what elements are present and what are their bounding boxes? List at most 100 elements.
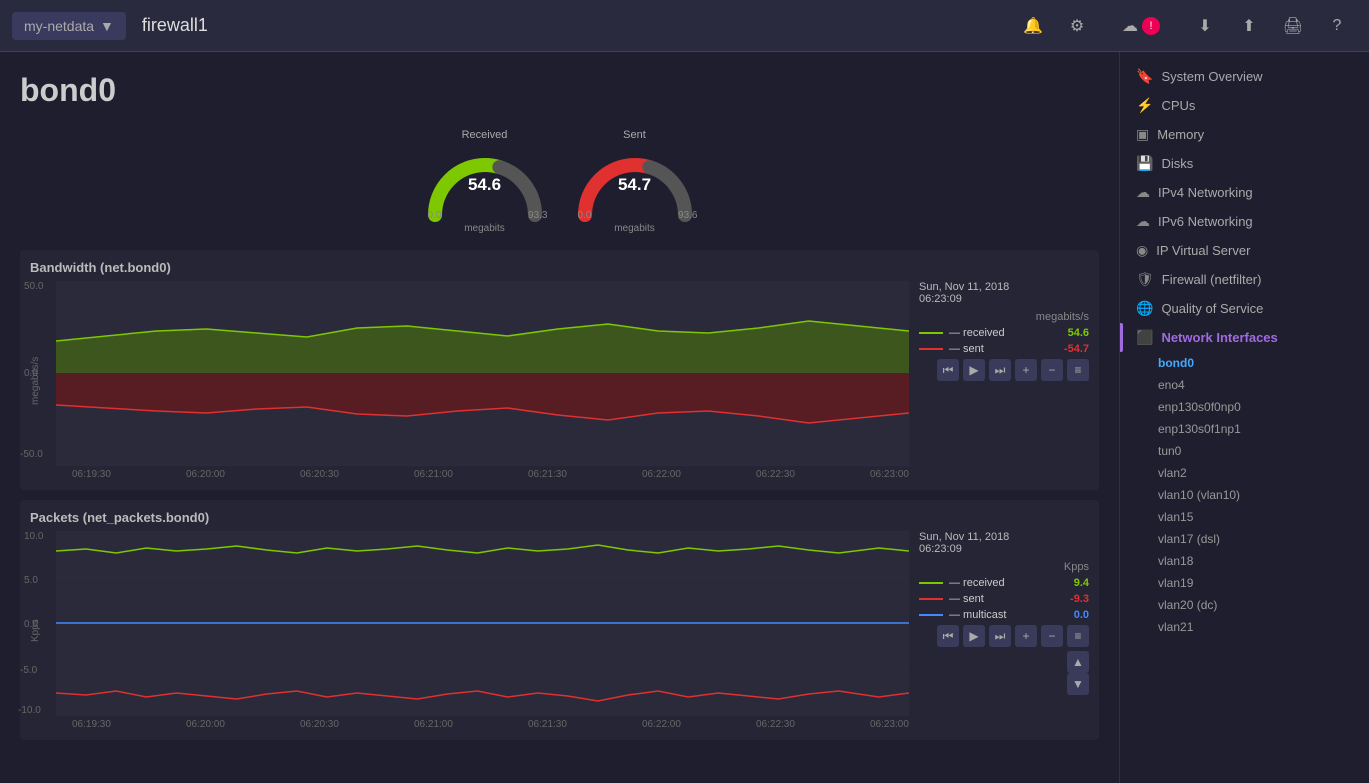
zoom-in-button[interactable]: + — [1015, 359, 1037, 381]
scroll-down-button[interactable]: ▼ — [1067, 673, 1089, 695]
chart-bandwidth-title: Bandwidth (net.bond0) — [30, 260, 1089, 275]
sidebar-item-firewall[interactable]: 🛡 Firewall (netfilter) — [1120, 265, 1369, 294]
bookmark-icon: 🔖 — [1136, 68, 1153, 85]
chart-bandwidth-body: megabits/s 50.0 0.0 -50.0 — [30, 281, 1089, 480]
chart-bandwidth-ts: Sun, Nov 11, 2018 06:23:09 — [919, 281, 1089, 305]
main-layout: bond0 Received 54.6 0.0 93.3 — [0, 52, 1369, 783]
print-icon-button[interactable]: 🖨 — [1273, 6, 1313, 46]
sub-tun0-label: tun0 — [1158, 444, 1181, 458]
xlabel-6: 06:22:30 — [756, 469, 795, 480]
sidebar-sub-vlan21[interactable]: vlan21 — [1120, 616, 1369, 638]
sidebar-ipv4-label: IPv4 Networking — [1158, 185, 1253, 200]
prev-prev-button[interactable]: ⏮ — [937, 359, 959, 381]
sidebar-sub-vlan20[interactable]: vlan20 (dc) — [1120, 594, 1369, 616]
gauge-sent-value: 54.7 — [618, 175, 651, 195]
sub-eno4-label: eno4 — [1158, 378, 1185, 392]
xlabel-3: 06:21:00 — [414, 469, 453, 480]
help-icon-button[interactable]: ? — [1317, 6, 1357, 46]
cloud-icon: ☁ — [1122, 16, 1138, 36]
sidebar-sub-vlan18[interactable]: vlan18 — [1120, 550, 1369, 572]
legend-sent-label: — sent — [919, 343, 984, 355]
sub-vlan20-label: vlan20 (dc) — [1158, 598, 1217, 612]
next-next-button[interactable]: ⏭ — [989, 359, 1011, 381]
sidebar-sub-tun0[interactable]: tun0 — [1120, 440, 1369, 462]
cloud-ipv6-icon: ☁ — [1136, 213, 1150, 230]
legend-received-name: — received — [949, 327, 1005, 339]
brand-chevron: ▼ — [100, 18, 114, 34]
sub-vlan19-label: vlan19 — [1158, 576, 1193, 590]
gauge-sent-unit: megabits — [570, 223, 700, 234]
bell-icon-button[interactable]: 🔔 — [1013, 6, 1053, 46]
p-zoom-in-button[interactable]: + — [1015, 625, 1037, 647]
p-xlabel-3: 06:21:00 — [414, 719, 453, 730]
sidebar-sub-vlan19[interactable]: vlan19 — [1120, 572, 1369, 594]
p-prev-prev-button[interactable]: ⏮ — [937, 625, 959, 647]
legend-received-line — [919, 332, 943, 334]
sidebar-item-ipvs[interactable]: ◉ IP Virtual Server — [1120, 236, 1369, 265]
chart-packets-controls: ⏮ ▶ ⏭ + − ≡ — [919, 625, 1089, 647]
brand-button[interactable]: my-netdata ▼ — [12, 12, 126, 40]
eye-icon: ◉ — [1136, 242, 1148, 259]
sidebar-item-memory[interactable]: ▣ Memory — [1120, 120, 1369, 149]
p-legend-received-value: 9.4 — [1074, 577, 1089, 589]
sub-vlan21-label: vlan21 — [1158, 620, 1193, 634]
chart-packets-xaxis: 06:19:30 06:20:00 06:20:30 06:21:00 06:2… — [56, 719, 909, 730]
chart-packets-area: 10.0 5.0 0.0 -5.0 -10.0 — [56, 531, 909, 730]
p-legend-received: — received 9.4 — [919, 577, 1089, 589]
p-legend-multicast-value: 0.0 — [1074, 609, 1089, 621]
settings-icon-button[interactable]: ⚙ — [1057, 6, 1097, 46]
p-menu-button[interactable]: ≡ — [1067, 625, 1089, 647]
cloud-status-button[interactable]: ☁ ! — [1101, 6, 1181, 46]
chart-bandwidth-date: Sun, Nov 11, 2018 — [919, 281, 1089, 293]
p-xlabel-5: 06:22:00 — [642, 719, 681, 730]
download-icon-button[interactable]: ⬇ — [1185, 6, 1225, 46]
globe-icon: 🌐 — [1136, 300, 1153, 317]
legend-received: — received 54.6 — [919, 327, 1089, 339]
upload-icon-button[interactable]: ⬆ — [1229, 6, 1269, 46]
sidebar: 🔖 System Overview ⚡ CPUs ▣ Memory 💾 Disk… — [1119, 52, 1369, 783]
zoom-out-button[interactable]: − — [1041, 359, 1063, 381]
chart-bandwidth-xaxis: 06:19:30 06:20:00 06:20:30 06:21:00 06:2… — [56, 469, 909, 480]
p-xlabel-1: 06:20:00 — [186, 719, 225, 730]
sidebar-item-cpus[interactable]: ⚡ CPUs — [1120, 91, 1369, 120]
sidebar-sub-eno4[interactable]: eno4 — [1120, 374, 1369, 396]
p-legend-multicast-label: — multicast — [919, 609, 1006, 621]
p-play-button[interactable]: ▶ — [963, 625, 985, 647]
menu-button[interactable]: ≡ — [1067, 359, 1089, 381]
sidebar-sub-vlan15[interactable]: vlan15 — [1120, 506, 1369, 528]
chart-packets-ylabel: Kpps — [30, 531, 46, 730]
p-legend-multicast-line — [919, 614, 943, 616]
xlabel-4: 06:21:30 — [528, 469, 567, 480]
sidebar-item-network-interfaces[interactable]: ⬛ Network Interfaces — [1120, 323, 1369, 352]
legend-sent-line — [919, 348, 943, 350]
scroll-up-button[interactable]: ▲ — [1067, 651, 1089, 673]
xlabel-1: 06:20:00 — [186, 469, 225, 480]
sidebar-item-ipv4[interactable]: ☁ IPv4 Networking — [1120, 178, 1369, 207]
sidebar-sub-vlan17[interactable]: vlan17 (dsl) — [1120, 528, 1369, 550]
sidebar-sub-enp130s0f1np1[interactable]: enp130s0f1np1 — [1120, 418, 1369, 440]
play-button[interactable]: ▶ — [963, 359, 985, 381]
ytick2-5: 5.0 — [24, 575, 38, 586]
sidebar-item-qos[interactable]: 🌐 Quality of Service — [1120, 294, 1369, 323]
sidebar-item-ipv6[interactable]: ☁ IPv6 Networking — [1120, 207, 1369, 236]
sidebar-sub-bond0[interactable]: bond0 — [1120, 352, 1369, 374]
sidebar-sub-vlan10[interactable]: vlan10 (vlan10) — [1120, 484, 1369, 506]
ytick2-neg10: -10.0 — [18, 705, 41, 716]
gauge-sent-min: 0.0 — [578, 210, 592, 221]
ytick2-neg5: -5.0 — [20, 665, 37, 676]
sidebar-item-disks[interactable]: 💾 Disks — [1120, 149, 1369, 178]
sidebar-sub-enp130s0f0np0[interactable]: enp130s0f0np0 — [1120, 396, 1369, 418]
brand-label: my-netdata — [24, 18, 94, 34]
xlabel-2: 06:20:30 — [300, 469, 339, 480]
sidebar-item-system-overview[interactable]: 🔖 System Overview — [1120, 62, 1369, 91]
page-title: bond0 — [20, 72, 1099, 109]
p-zoom-out-button[interactable]: − — [1041, 625, 1063, 647]
scroll-buttons: ▲ ▼ — [919, 651, 1089, 695]
sidebar-sub-vlan2[interactable]: vlan2 — [1120, 462, 1369, 484]
sub-vlan10-label: vlan10 (vlan10) — [1158, 488, 1240, 502]
sidebar-cpus-label: CPUs — [1161, 98, 1195, 113]
sub-vlan17-label: vlan17 (dsl) — [1158, 532, 1220, 546]
chart-bandwidth-controls: ⏮ ▶ ⏭ + − ≡ — [919, 359, 1089, 381]
p-next-next-button[interactable]: ⏭ — [989, 625, 1011, 647]
chart-packets-title: Packets (net_packets.bond0) — [30, 510, 1089, 525]
